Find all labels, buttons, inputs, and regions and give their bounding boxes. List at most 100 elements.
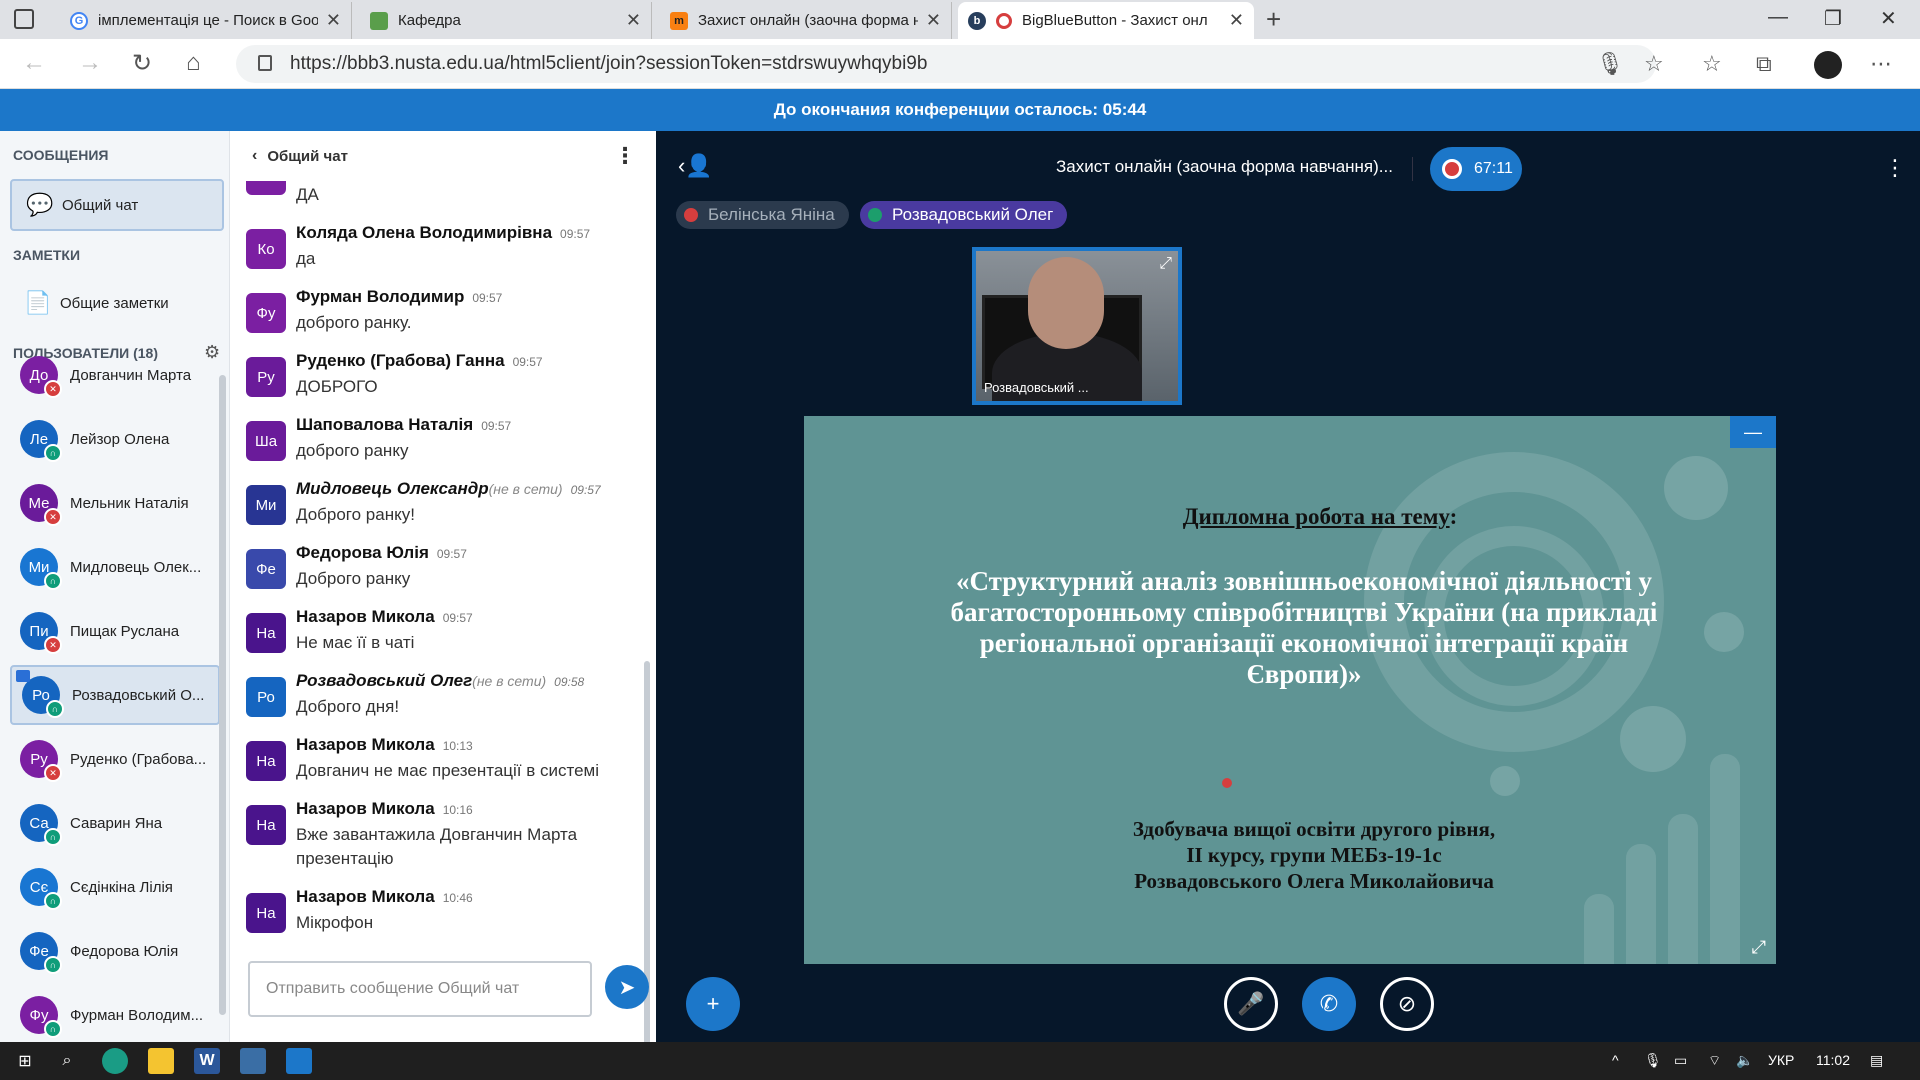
home-icon[interactable]: ⌂ bbox=[186, 49, 201, 77]
word-icon[interactable]: W bbox=[194, 1048, 220, 1074]
phone-icon: ✆ bbox=[1319, 991, 1339, 1016]
chat-scrollbar[interactable] bbox=[644, 661, 650, 1080]
close-window-button[interactable]: ✕ bbox=[1880, 6, 1897, 31]
close-tab-icon[interactable]: ✕ bbox=[626, 10, 641, 31]
user-item[interactable]: Ле ∩ Лейзор Олена bbox=[10, 409, 220, 469]
presentation-area: ‹👤 Захист онлайн (заочна форма навчання)… bbox=[656, 131, 1920, 1042]
edge-icon[interactable] bbox=[102, 1048, 128, 1074]
user-item[interactable]: Ме ✕ Мельник Наталія bbox=[10, 473, 220, 533]
user-item[interactable]: Са ∩ Саварин Яна bbox=[10, 793, 220, 853]
favorites-icon[interactable]: ☆ bbox=[1702, 51, 1722, 77]
user-list-scrollbar[interactable] bbox=[219, 375, 226, 1015]
send-message-button[interactable]: ➤ bbox=[605, 965, 649, 1009]
volume-icon[interactable]: 🔈 bbox=[1736, 1052, 1753, 1069]
tab-bigbluebutton[interactable]: b BigBlueButton - Захист онл ✕ bbox=[958, 2, 1254, 39]
tab-moodle[interactable]: m Захист онлайн (заочна форма н ✕ bbox=[660, 2, 952, 39]
forward-icon[interactable]: → bbox=[78, 49, 102, 77]
recording-indicator[interactable]: 67:11 bbox=[1430, 147, 1522, 191]
search-icon[interactable]: ⌕ bbox=[54, 1048, 80, 1074]
headphones-icon: ∩ bbox=[44, 1020, 62, 1038]
chat-header: ‹ Общий чат ⋮ bbox=[230, 131, 656, 181]
battery-icon[interactable]: ▭ bbox=[1674, 1052, 1687, 1069]
wifi-icon[interactable]: ⌔ bbox=[1708, 1052, 1721, 1070]
chevron-up-icon[interactable]: ^ bbox=[1612, 1052, 1619, 1068]
chat-icon: 💬 bbox=[26, 192, 54, 217]
muted-mic-icon: 🎤 bbox=[1237, 991, 1265, 1016]
user-list-panel: СООБЩЕНИЯ 💬 Общий чат ЗАМЕТКИ 📄 Общие за… bbox=[0, 131, 230, 1042]
headphones-icon: ∩ bbox=[44, 572, 62, 590]
muted-mic-icon: ✕ bbox=[44, 636, 62, 654]
tab-kafedra[interactable]: Кафедра ✕ bbox=[360, 2, 652, 39]
close-tab-icon[interactable]: ✕ bbox=[1229, 10, 1244, 31]
microphone-icon[interactable]: 🎙 bbox=[1596, 51, 1624, 77]
user-item[interactable]: Фу ∩ Фурман Володим... bbox=[10, 985, 220, 1042]
new-tab-button[interactable]: + bbox=[1266, 4, 1281, 35]
user-item[interactable]: Фе ∩ Федорова Юлія bbox=[10, 921, 220, 981]
profile-avatar[interactable] bbox=[1814, 51, 1842, 79]
avatar: Ша bbox=[246, 421, 286, 461]
public-chat-item[interactable]: 💬 Общий чат bbox=[10, 179, 224, 231]
share-webcam-button[interactable]: ⊘ bbox=[1380, 977, 1434, 1031]
minimize-presentation-button[interactable]: — bbox=[1730, 416, 1776, 448]
notifications-icon[interactable]: ▤ bbox=[1870, 1052, 1883, 1069]
reload-icon[interactable]: ↻ bbox=[132, 49, 152, 78]
notes-icon: 📄 bbox=[24, 290, 52, 315]
minimize-button[interactable]: — bbox=[1768, 6, 1788, 29]
avatar: Ко bbox=[246, 229, 286, 269]
user-item[interactable]: Сє ∩ Сєдінкіна Лілія bbox=[10, 857, 220, 917]
user-item[interactable]: Ми ∩ Мидловець Олек... bbox=[10, 537, 220, 597]
user-item[interactable]: Ру ✕ Руденко (Грабова... bbox=[10, 729, 220, 789]
collections-icon[interactable]: ⧉ bbox=[1756, 51, 1772, 77]
workspaces-icon[interactable] bbox=[14, 9, 34, 29]
chat-message: На Назаров Микола 10:16 Вже завантажила До… bbox=[246, 799, 636, 871]
close-tab-icon[interactable]: ✕ bbox=[926, 10, 941, 31]
browser-tabstrip: G імплементація це - Поиск в Goo ✕ Кафед… bbox=[0, 0, 1920, 39]
options-menu-icon[interactable]: ⋮ bbox=[1884, 155, 1906, 181]
avatar: Ро bbox=[246, 677, 286, 717]
app-root: G імплементація це - Поиск в Goo ✕ Кафед… bbox=[0, 0, 1920, 1080]
fullscreen-icon[interactable]: ⤢ bbox=[1159, 255, 1172, 273]
photos-icon[interactable] bbox=[286, 1048, 312, 1074]
user-item[interactable]: До ✕ Довганчин Марта bbox=[10, 345, 220, 405]
webcam-caption: Розвадовський ... bbox=[984, 380, 1089, 395]
file-explorer-icon[interactable] bbox=[148, 1048, 174, 1074]
user-item-presenter[interactable]: Ро ∩ Розвадовський О... bbox=[10, 665, 220, 725]
shared-notes-item[interactable]: 📄 Общие заметки bbox=[10, 277, 224, 329]
windows-start-icon[interactable]: ⊞ bbox=[12, 1048, 38, 1074]
camera-off-icon: ⊘ bbox=[1397, 991, 1417, 1016]
chat-message: Фе Федорова Юлія 09:57 Доброго ранку bbox=[246, 543, 636, 591]
clock[interactable]: 11:02 bbox=[1816, 1052, 1850, 1068]
url-field[interactable]: https://bbb3.nusta.edu.ua/html5client/jo… bbox=[236, 45, 1656, 83]
talking-indicator-active[interactable]: Розвадовський Олег bbox=[860, 201, 1068, 229]
plus-icon: + bbox=[706, 991, 720, 1016]
talking-indicator-muted[interactable]: Белінська Яніна bbox=[676, 201, 849, 229]
fullscreen-icon[interactable]: ⤢ bbox=[1752, 937, 1766, 958]
close-tab-icon[interactable]: ✕ bbox=[326, 10, 341, 31]
muted-mic-icon: ✕ bbox=[44, 380, 62, 398]
toggle-user-list-icon[interactable]: ‹👤 bbox=[678, 153, 713, 179]
avatar: Ро ∩ bbox=[16, 670, 64, 718]
chat-message: Ко Коляда Олена Володимирівна 09:57 да bbox=[246, 223, 636, 271]
tab-google[interactable]: G імплементація це - Поиск в Goo ✕ bbox=[60, 2, 352, 39]
user-item[interactable]: Пи ✕ Пищак Руслана bbox=[10, 601, 220, 661]
chat-message-input[interactable]: Отправить сообщение Общий чат bbox=[248, 961, 592, 1017]
app-icon[interactable] bbox=[240, 1048, 266, 1074]
divider bbox=[1412, 157, 1413, 181]
add-favorite-icon[interactable]: ☆ bbox=[1644, 51, 1664, 77]
back-icon[interactable]: ← bbox=[22, 49, 46, 77]
leave-audio-button[interactable]: ✆ bbox=[1302, 977, 1356, 1031]
actions-button[interactable]: + bbox=[686, 977, 740, 1031]
avatar: Фу bbox=[246, 293, 286, 333]
chevron-left-icon[interactable]: ‹ bbox=[252, 147, 257, 165]
avatar: Фу ∩ bbox=[20, 996, 62, 1038]
microphone-icon[interactable]: 🎙 bbox=[1644, 1052, 1662, 1069]
more-menu-icon[interactable]: ⋯ bbox=[1870, 51, 1892, 77]
unmute-button[interactable]: 🎤 bbox=[1224, 977, 1278, 1031]
muted-mic-icon bbox=[684, 208, 698, 222]
webcam-video[interactable]: Розвадовський ... ⤢ bbox=[972, 247, 1182, 405]
headphones-icon: ∩ bbox=[44, 828, 62, 846]
maximize-button[interactable]: ❐ bbox=[1824, 6, 1842, 31]
language-indicator[interactable]: УКР bbox=[1768, 1052, 1794, 1068]
presentation-slide[interactable]: Дипломна робота на тему: «Структурний ан… bbox=[804, 416, 1776, 964]
kebab-menu-icon[interactable]: ⋮ bbox=[614, 143, 636, 169]
